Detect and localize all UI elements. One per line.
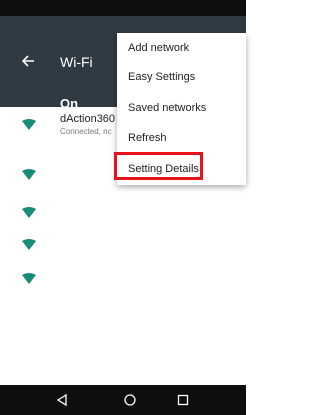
page-title: Wi-Fi [60, 54, 93, 70]
menu-item-add-network[interactable]: Add network [117, 33, 246, 63]
status-bar [0, 0, 246, 16]
wifi-icon [22, 239, 36, 250]
triangle-back-icon[interactable] [56, 394, 68, 406]
wifi-icon [22, 273, 36, 284]
network-row[interactable] [0, 228, 246, 260]
navigation-bar [0, 385, 246, 415]
arrow-back-icon[interactable] [20, 53, 36, 69]
highlight-box [114, 152, 203, 180]
wifi-icon [22, 169, 36, 180]
menu-item-saved-networks[interactable]: Saved networks [117, 93, 246, 123]
network-status: Connected, nc [60, 127, 112, 136]
menu-item-easy-settings[interactable]: Easy Settings [117, 62, 246, 92]
circle-home-icon[interactable] [124, 394, 136, 406]
wifi-icon [22, 119, 36, 130]
square-recents-icon[interactable] [177, 394, 189, 406]
network-row[interactable] [0, 196, 246, 228]
network-row[interactable] [0, 262, 246, 294]
network-name: dAction360 [60, 113, 116, 125]
menu-item-refresh[interactable]: Refresh [117, 123, 246, 153]
wifi-icon [22, 207, 36, 218]
